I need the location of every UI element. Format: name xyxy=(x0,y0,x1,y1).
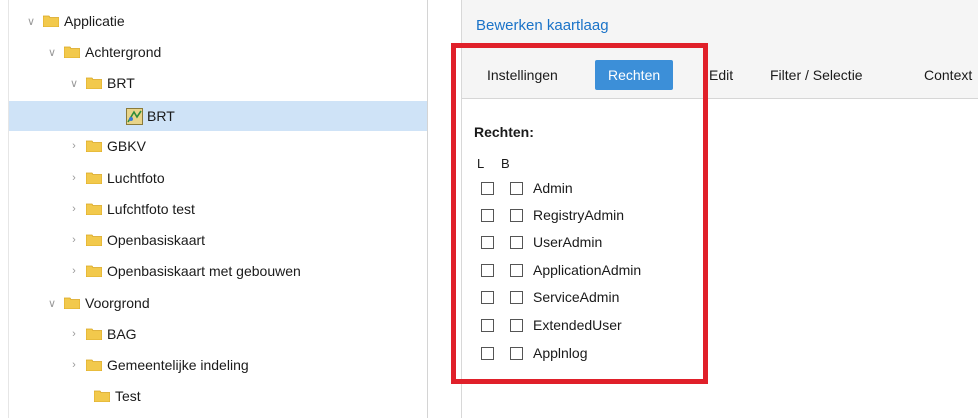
checkbox-l[interactable] xyxy=(481,181,494,195)
checkbox-b[interactable] xyxy=(510,346,523,360)
tree-node-label: Openbasiskaart met gebouwen xyxy=(107,263,301,279)
chevron-right-icon[interactable]: › xyxy=(68,140,80,152)
tree-node-gemeentelijke-indeling[interactable]: › Gemeentelijke indeling xyxy=(9,350,427,380)
chevron-right-icon[interactable]: › xyxy=(68,265,80,277)
permission-label: ApplicationAdmin xyxy=(533,262,642,278)
folder-icon xyxy=(86,359,102,371)
tree-node-label: Test xyxy=(115,388,141,404)
checkbox-b[interactable] xyxy=(510,208,523,222)
tree-node-brt-folder[interactable]: ∨ BRT xyxy=(9,68,427,98)
map-layer-icon xyxy=(126,107,143,125)
tab-context[interactable]: Context xyxy=(924,60,972,90)
column-header-l: L xyxy=(477,156,485,171)
tab-rechten[interactable]: Rechten xyxy=(595,60,674,90)
checkbox-b[interactable] xyxy=(510,235,523,249)
permission-row-useradmin: UserAdmin xyxy=(481,232,602,252)
tree-node-voorgrond[interactable]: ∨ Voorgrond xyxy=(9,288,427,318)
panel-header: Bewerken kaartlaag xyxy=(462,0,978,44)
permission-row-registryadmin: RegistryAdmin xyxy=(481,205,624,225)
checkbox-b[interactable] xyxy=(510,290,523,304)
permission-label: Applnlog xyxy=(533,345,588,361)
tree-node-brt-layer[interactable]: BRT xyxy=(9,101,427,131)
tree-node-label: Lufchtfoto test xyxy=(107,201,195,217)
chevron-down-icon[interactable]: ∨ xyxy=(25,15,37,28)
rights-content: Rechten: L B Admin RegistryAdmin UserAdm… xyxy=(462,99,978,418)
tree-node-label: BRT xyxy=(147,108,175,124)
chevron-down-icon[interactable]: ∨ xyxy=(46,46,58,59)
folder-icon xyxy=(64,46,80,58)
tab-filter-selectie[interactable]: Filter / Selectie xyxy=(770,60,863,90)
tree-node-lufchtfoto-test[interactable]: › Lufchtfoto test xyxy=(9,194,427,224)
permission-row-applicationadmin: ApplicationAdmin xyxy=(481,260,641,280)
permission-row-extendeduser: ExtendedUser xyxy=(481,315,622,335)
folder-icon xyxy=(86,172,102,184)
checkbox-b[interactable] xyxy=(510,263,523,277)
tree-node-label: Applicatie xyxy=(64,13,125,29)
chevron-down-icon[interactable]: ∨ xyxy=(68,77,80,90)
folder-icon xyxy=(86,203,102,215)
tree-node-achtergrond[interactable]: ∨ Achtergrond xyxy=(9,37,427,67)
tab-edit[interactable]: Edit xyxy=(709,60,733,90)
folder-icon xyxy=(43,15,59,27)
tree-node-gbkv[interactable]: › GBKV xyxy=(9,131,427,161)
permission-row-admin: Admin xyxy=(481,178,573,198)
checkbox-l[interactable] xyxy=(481,346,494,360)
chevron-right-icon[interactable]: › xyxy=(68,328,80,340)
tree-node-openbasiskaart[interactable]: › Openbasiskaart xyxy=(9,225,427,255)
rights-title: Rechten: xyxy=(474,124,534,140)
folder-icon xyxy=(94,390,110,402)
checkbox-l[interactable] xyxy=(481,208,494,222)
tree-node-label: GBKV xyxy=(107,138,146,154)
permission-label: ExtendedUser xyxy=(533,317,622,333)
tree-node-label: BRT xyxy=(107,75,135,91)
checkbox-b[interactable] xyxy=(510,318,523,332)
tree-node-luchtfoto[interactable]: › Luchtfoto xyxy=(9,163,427,193)
chevron-down-icon[interactable]: ∨ xyxy=(46,297,58,310)
checkbox-l[interactable] xyxy=(481,235,494,249)
tree-node-label: Voorgrond xyxy=(85,295,150,311)
permission-label: Admin xyxy=(533,180,573,196)
permission-label: ServiceAdmin xyxy=(533,289,620,305)
edit-layer-panel: Bewerken kaartlaag Instellingen Rechten … xyxy=(461,0,978,418)
tab-instellingen[interactable]: Instellingen xyxy=(487,60,558,90)
checkbox-l[interactable] xyxy=(481,263,494,277)
permission-row-applnlog: Applnlog xyxy=(481,343,588,363)
checkbox-l[interactable] xyxy=(481,290,494,304)
folder-icon xyxy=(86,140,102,152)
permission-label: RegistryAdmin xyxy=(533,207,625,223)
tab-bar: Instellingen Rechten Edit Filter / Selec… xyxy=(462,44,978,99)
tree-node-test[interactable]: Test xyxy=(9,381,427,411)
checkbox-b[interactable] xyxy=(510,181,523,195)
panel-title: Bewerken kaartlaag xyxy=(476,17,609,34)
folder-icon xyxy=(86,328,102,340)
folder-icon xyxy=(86,265,102,277)
tree-node-bag[interactable]: › BAG xyxy=(9,319,427,349)
tree-node-label: Luchtfoto xyxy=(107,170,165,186)
tree-node-label: Gemeentelijke indeling xyxy=(107,357,249,373)
chevron-right-icon[interactable]: › xyxy=(68,172,80,184)
chevron-right-icon[interactable]: › xyxy=(68,203,80,215)
folder-icon xyxy=(86,77,102,89)
permission-label: UserAdmin xyxy=(533,234,603,250)
permission-row-serviceadmin: ServiceAdmin xyxy=(481,287,619,307)
checkbox-l[interactable] xyxy=(481,318,494,332)
folder-icon xyxy=(64,297,80,309)
tree-node-label: BAG xyxy=(107,326,137,342)
column-header-b: B xyxy=(501,156,510,171)
chevron-right-icon[interactable]: › xyxy=(68,234,80,246)
layer-tree: ∨ Applicatie ∨ Achtergrond ∨ BRT BRT › G… xyxy=(8,0,428,418)
tree-node-label: Achtergrond xyxy=(85,44,162,60)
tree-node-applicatie[interactable]: ∨ Applicatie xyxy=(9,6,427,36)
chevron-right-icon[interactable]: › xyxy=(68,359,80,371)
tree-node-openbasiskaart-gebouwen[interactable]: › Openbasiskaart met gebouwen xyxy=(9,256,427,286)
folder-icon xyxy=(86,234,102,246)
tree-node-label: Openbasiskaart xyxy=(107,232,206,248)
